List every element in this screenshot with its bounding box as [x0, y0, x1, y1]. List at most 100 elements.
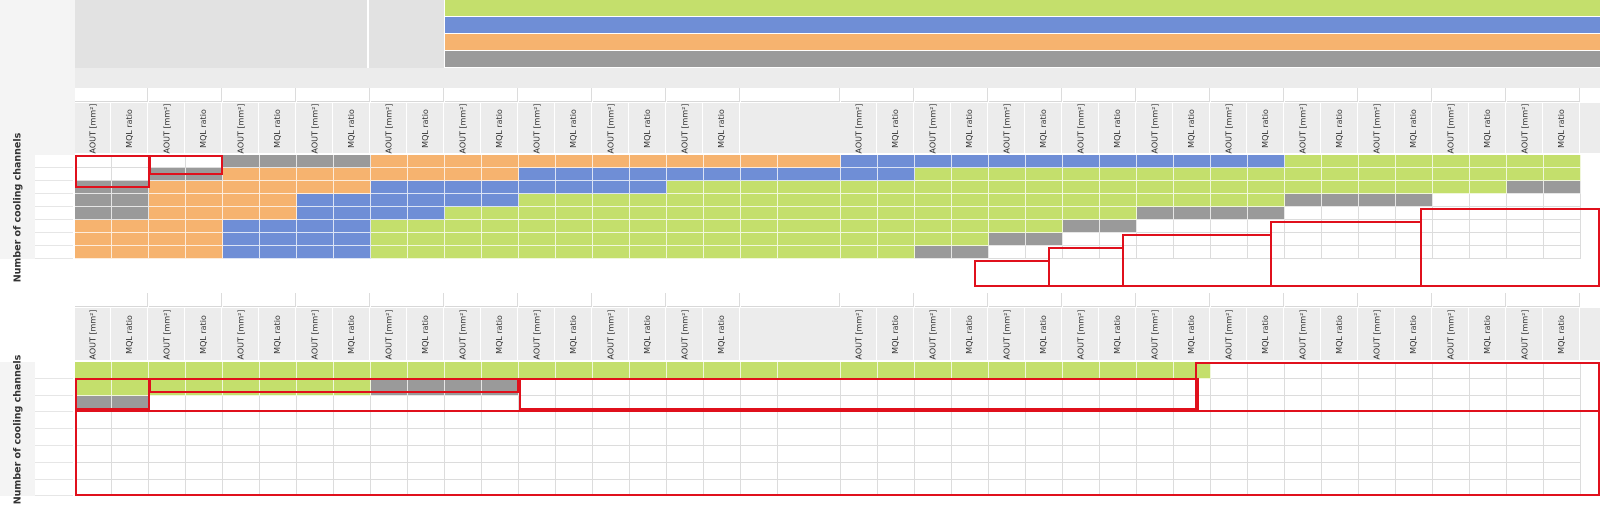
column-header-table1-16-a: AOUT [mm²]: [1285, 103, 1321, 153]
cell-table2-r3-c14-a: [1137, 412, 1174, 430]
cell-table2-r1-c19-m: [1544, 378, 1581, 396]
cell-table1-r6-c0-m: [112, 233, 149, 246]
cell-table2-r0-c3-m: [334, 362, 371, 379]
cell-table1-r0-c14-m: [1174, 155, 1211, 168]
cell-table1-r1-c12-a: [989, 168, 1026, 181]
range-panel: [369, 0, 444, 68]
cell-table1-r5-c15-a: [1211, 220, 1248, 233]
cell-table2-r7-c16-a: [1285, 479, 1322, 497]
cell-table1-r0-c1-m: [186, 155, 223, 168]
cell-table2-r0-c5-a: [445, 362, 482, 379]
mql-ratio-column-label: MQL ratio: [1187, 314, 1196, 354]
cell-table1-r1-c0-a: [75, 168, 112, 181]
cell-table2-r1-c9-m: [778, 378, 841, 396]
cell-table2-r2-c18-a: [1433, 395, 1470, 413]
cell-table1-r3-c12-m: [1026, 194, 1063, 207]
cell-table2-r6-c13-a: [1063, 462, 1100, 480]
column-header-table1-15-m: MQL ratio: [1248, 103, 1284, 153]
legend-row-2: [445, 34, 1600, 50]
cell-table1-r5-c17-a: [1359, 220, 1396, 233]
cell-table1-r4-c14-a: [1137, 207, 1174, 220]
cell-table1-r2-c9-a: [741, 181, 778, 194]
cell-table1-r0-c12-m: [1026, 155, 1063, 168]
column-header-table2-17-a: AOUT [mm²]: [1359, 308, 1395, 360]
column-header-table2-10-a: AOUT [mm²]: [841, 308, 877, 360]
cell-table2-r4-c12-a: [989, 429, 1026, 446]
cell-table1-r1-c13-a: [1063, 168, 1100, 181]
cell-table2-r1-c13-m: [1100, 378, 1137, 396]
cell-table2-r7-c3-m: [334, 479, 371, 497]
cell-table2-r4-c2-a: [223, 429, 260, 446]
cell-table2-r4-c16-m: [1322, 429, 1359, 446]
cell-table1-r4-c12-a: [989, 207, 1026, 220]
cell-table2-r0-c12-a: [989, 362, 1026, 379]
cell-table1-r3-c6-a: [519, 194, 556, 207]
cell-table2-r2-c17-a: [1359, 395, 1396, 413]
column-header-table1-6-m: MQL ratio: [556, 103, 592, 153]
cell-table1-r6-c9-m: [778, 233, 841, 246]
row-number-table1-0: [35, 155, 73, 168]
cell-table2-r1-c4-m: [408, 378, 445, 396]
column-header-table2-12-m: MQL ratio: [1026, 308, 1062, 360]
cell-table2-r1-c6-a: [519, 378, 556, 396]
cell-table1-r2-c18-a: [1433, 181, 1470, 194]
cell-table1-r1-c17-m: [1396, 168, 1433, 181]
row-number-table1-5: [35, 220, 73, 233]
cell-table2-r5-c17-a: [1359, 446, 1396, 463]
mql-ratio-column-label: MQL ratio: [125, 314, 134, 354]
cell-table2-r0-c4-m: [408, 362, 445, 379]
cell-table2-r5-c6-a: [519, 446, 556, 463]
cell-table2-r2-c2-m: [260, 395, 297, 413]
cell-table1-r4-c17-a: [1359, 207, 1396, 220]
cell-table2-r1-c1-a: [149, 378, 186, 396]
aout-column-label: AOUT [mm²]: [1150, 103, 1160, 153]
column-header-table1-18-m: MQL ratio: [1470, 103, 1506, 153]
diameter-header-table2-9: [741, 293, 840, 307]
column-header-table1-17-m: MQL ratio: [1396, 103, 1432, 153]
aout-column-label: AOUT [mm²]: [236, 103, 246, 153]
cell-table2-r7-c1-a: [149, 479, 186, 497]
cell-table2-r6-c19-a: [1507, 462, 1544, 480]
cell-table1-r0-c11-m: [952, 155, 989, 168]
mql-ratio-column-label: MQL ratio: [569, 108, 578, 148]
cell-table1-r7-c3-m: [334, 246, 371, 259]
cell-table1-r1-c18-m: [1470, 168, 1507, 181]
cell-table1-r0-c7-m: [630, 155, 667, 168]
column-header-table1-1-a: AOUT [mm²]: [149, 103, 185, 153]
mql-ratio-column-label: MQL ratio: [1483, 108, 1492, 148]
cell-table2-r4-c1-m: [186, 429, 223, 446]
diameter-header-table1-2: [223, 88, 296, 102]
cell-table2-r7-c5-m: [482, 479, 519, 497]
row-number-table1-6: [35, 233, 73, 246]
cell-table1-r1-c16-a: [1285, 168, 1322, 181]
mql-ratio-column-label: MQL ratio: [717, 108, 726, 148]
cell-table1-r0-c0-a: [75, 155, 112, 168]
cell-table2-r4-c6-m: [556, 429, 593, 446]
cell-table1-r1-c1-m: [186, 168, 223, 181]
cell-table1-r7-c4-m: [408, 246, 445, 259]
cell-table2-r2-c10-a: [841, 395, 878, 413]
cell-table1-r4-c7-m: [630, 207, 667, 220]
row-number-table1-7: [35, 246, 73, 259]
cell-table2-r4-c8-m: [704, 429, 741, 446]
mql-ratio-column-label: MQL ratio: [199, 108, 208, 148]
cell-table1-r0-c2-a: [223, 155, 260, 168]
diameter-header-table2-13: [1063, 293, 1136, 307]
cell-table2-r1-c7-a: [593, 378, 630, 396]
cell-table2-r6-c7-a: [593, 462, 630, 480]
cell-table1-r1-c15-a: [1211, 168, 1248, 181]
column-header-table1-8-a: AOUT [mm²]: [667, 103, 703, 153]
row-number-table2-4: [35, 429, 73, 446]
cell-table1-r5-c6-a: [519, 220, 556, 233]
cell-table2-r6-c10-a: [841, 462, 878, 480]
cell-table2-r0-c3-a: [297, 362, 334, 379]
cell-table2-r1-c2-m: [260, 378, 297, 396]
cell-table2-r5-c10-m: [878, 446, 915, 463]
cell-table2-r6-c1-a: [149, 462, 186, 480]
cell-table2-r2-c18-m: [1470, 395, 1507, 413]
cell-table1-r0-c11-a: [915, 155, 952, 168]
cell-table2-r1-c3-m: [334, 378, 371, 396]
diameter-header-table1-3: [297, 88, 370, 102]
cell-table2-r2-c7-m: [630, 395, 667, 413]
cell-table2-r3-c11-a: [915, 412, 952, 430]
